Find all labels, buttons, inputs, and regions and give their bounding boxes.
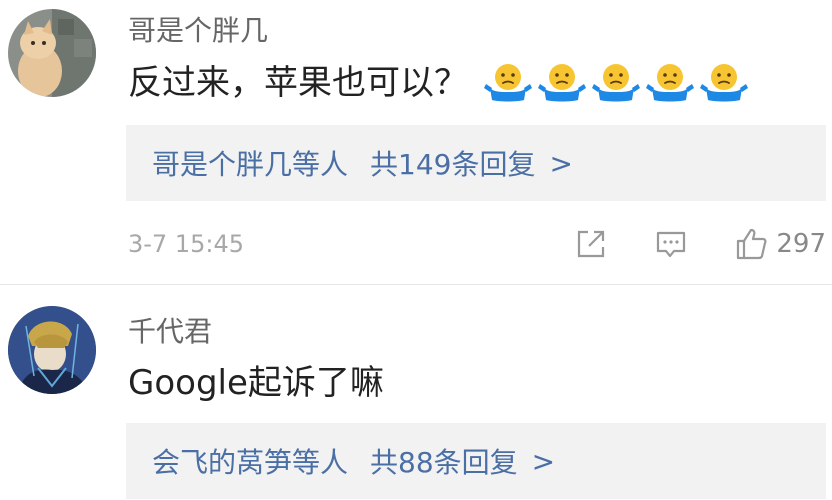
shrug-emoji-icon (646, 62, 694, 104)
emoji-group (484, 62, 748, 104)
comment-text: 反过来，苹果也可以？ (128, 63, 468, 103)
avatar-anime-image (8, 306, 96, 394)
shrug-emoji-icon (700, 62, 748, 104)
comment-content: Google起诉了嘛 (128, 362, 384, 404)
comment-actions: 297 (574, 224, 826, 264)
avatar[interactable] (8, 306, 96, 394)
shrug-emoji-icon (484, 62, 532, 104)
reply-count: 共88条回复 (370, 446, 518, 479)
reply-names: 哥是个胖几等人 (152, 148, 349, 181)
chevron-right-icon: > (549, 146, 573, 180)
avatar[interactable] (8, 9, 96, 97)
timestamp: 3-7 15:45 (128, 230, 244, 258)
comment-content: 反过来，苹果也可以？ (128, 62, 748, 104)
comment-item: 千代君 Google起诉了嘛 会飞的莴笋等人 共88条回复 > (0, 285, 832, 500)
share-icon[interactable] (574, 227, 608, 261)
comment-icon[interactable] (654, 227, 688, 261)
comment-username[interactable]: 千代君 (128, 315, 212, 349)
shrug-emoji-icon (538, 62, 586, 104)
avatar-cat-image (8, 9, 96, 97)
comment-meta: 3-7 15:45 297 (128, 224, 826, 264)
comment-text: Google起诉了嘛 (128, 363, 384, 403)
replies-link[interactable]: 会飞的莴笋等人 共88条回复 > (126, 423, 826, 499)
reply-count: 共149条回复 (370, 148, 536, 181)
chevron-right-icon: > (531, 444, 556, 478)
comment-item: 哥是个胖几 反过来，苹果也可以？ 哥是个胖几等人 共149条回复 > 3-7 1… (0, 0, 832, 284)
comment-username[interactable]: 哥是个胖几 (128, 14, 268, 48)
replies-link[interactable]: 哥是个胖几等人 共149条回复 > (126, 125, 826, 201)
reply-names: 会飞的莴笋等人 (152, 446, 349, 479)
like-count: 297 (776, 229, 826, 259)
shrug-emoji-icon (592, 62, 640, 104)
thumbs-up-icon[interactable] (734, 227, 768, 261)
